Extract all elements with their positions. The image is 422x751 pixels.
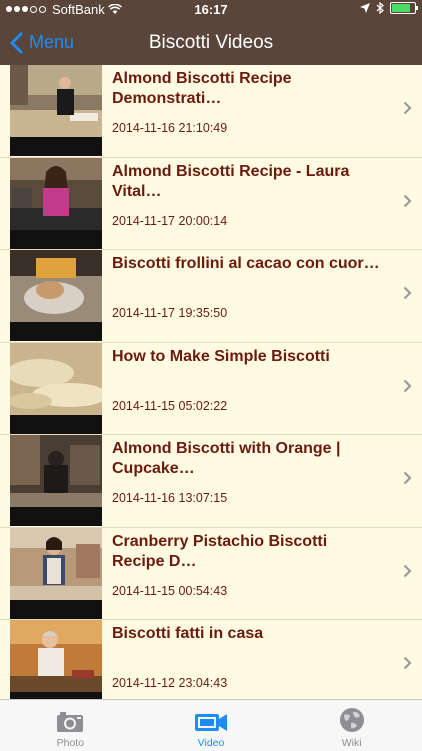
- status-time: 16:17: [194, 2, 228, 17]
- video-date: 2014-11-17 20:00:14: [112, 213, 228, 228]
- chevron-left-icon: [10, 32, 23, 53]
- chevron-right-icon: [403, 286, 412, 300]
- chevron-right-icon: [403, 101, 412, 115]
- video-title: Almond Biscotti Recipe - Laura Vital…: [112, 162, 350, 200]
- video-title: How to Make Simple Biscotti: [112, 347, 330, 365]
- video-thumbnail: [10, 342, 102, 434]
- navigation-bar: Biscotti Videos Menu: [0, 20, 422, 65]
- tab-photo[interactable]: Photo: [0, 700, 141, 751]
- tab-video-label: Video: [197, 737, 225, 749]
- video-list[interactable]: Almond Biscotti Recipe Demonstrati… 2014…: [0, 65, 422, 699]
- tab-photo-label: Photo: [56, 737, 85, 749]
- chevron-right-icon: [403, 564, 412, 577]
- video-row[interactable]: Biscotti fatti in casa 2014-11-12 23:04:…: [0, 620, 422, 699]
- video-thumbnail: [10, 435, 102, 526]
- tab-video[interactable]: Video: [141, 700, 282, 751]
- chevron-right-icon: [403, 379, 412, 392]
- bluetooth-icon: [376, 2, 384, 14]
- video-date: 2014-11-16 13:07:15: [112, 491, 228, 505]
- video-row[interactable]: Biscotti frollini al cacao con cuor… 201…: [0, 250, 422, 343]
- tab-wiki[interactable]: Wiki: [281, 700, 422, 751]
- chevron-right-icon: [403, 471, 412, 485]
- video-date: 2014-11-16 21:10:49: [112, 121, 228, 135]
- video-row[interactable]: How to Make Simple Biscotti 2014-11-15 0…: [0, 342, 422, 435]
- chevron-right-icon: [403, 194, 412, 207]
- video-thumbnail: [10, 157, 102, 249]
- video-date: 2014-11-12 23:04:43: [112, 676, 228, 690]
- video-camera-icon: [195, 714, 227, 731]
- camera-icon: [57, 712, 84, 732]
- video-thumbnail: [10, 65, 102, 156]
- status-right: [360, 2, 418, 14]
- video-title: Almond Biscotti Recipe Demonstrati…: [112, 70, 292, 107]
- video-thumbnail: [10, 250, 102, 341]
- video-title: Almond Biscotti with Orange | Cupcake…: [112, 440, 341, 477]
- tab-wiki-label: Wiki: [341, 737, 362, 749]
- battery-icon: [390, 2, 418, 14]
- location-arrow-icon: [360, 3, 370, 13]
- video-date: 2014-11-15 00:54:43: [112, 583, 228, 598]
- back-button[interactable]: Menu: [10, 20, 74, 65]
- back-button-label: Menu: [29, 32, 75, 52]
- video-date: 2014-11-15 05:02:22: [112, 398, 228, 413]
- globe-icon: [339, 708, 364, 732]
- video-row[interactable]: Cranberry Pistachio Biscotti Recipe D… 2…: [0, 527, 422, 620]
- video-date: 2014-11-17 19:35:50: [112, 306, 228, 320]
- video-title: Cranberry Pistachio Biscotti Recipe D…: [112, 532, 328, 570]
- tab-bar: Photo Video Wiki: [0, 699, 422, 751]
- chevron-right-icon: [403, 656, 412, 670]
- video-title: Biscotti fatti in casa: [112, 625, 264, 642]
- video-row[interactable]: Almond Biscotti with Orange | Cupcake… 2…: [0, 435, 422, 528]
- status-bar: SoftBank 16:17: [0, 0, 422, 20]
- video-row[interactable]: Almond Biscotti Recipe - Laura Vital… 20…: [0, 157, 422, 250]
- video-thumbnail: [10, 620, 102, 699]
- video-thumbnail: [10, 527, 102, 619]
- video-row[interactable]: Almond Biscotti Recipe Demonstrati… 2014…: [0, 65, 422, 158]
- video-title: Biscotti frollini al cacao con cuor…: [112, 255, 380, 272]
